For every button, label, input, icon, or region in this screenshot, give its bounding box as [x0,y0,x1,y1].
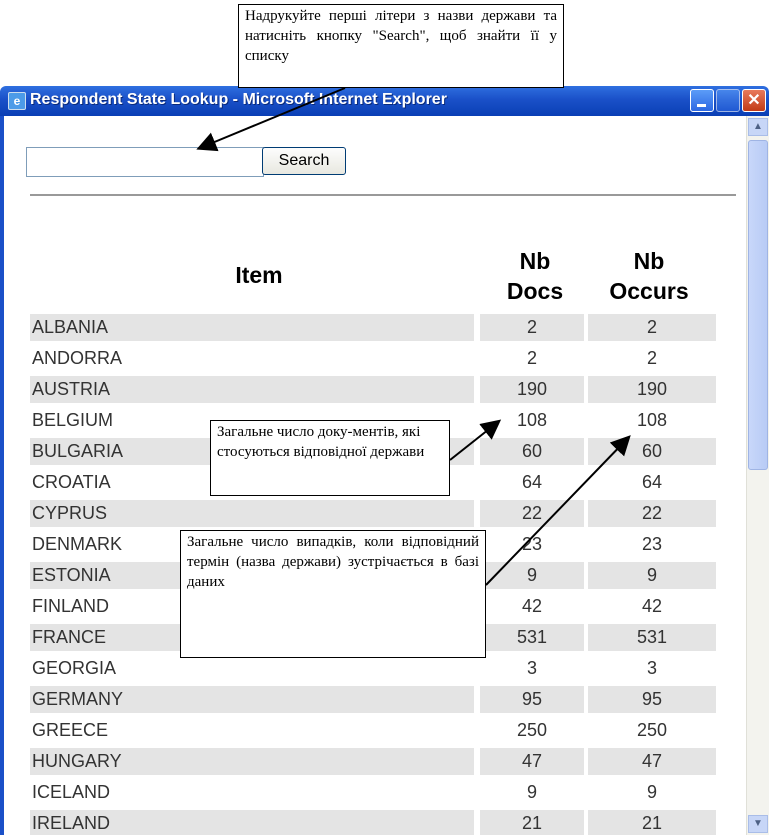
ie-page-icon: e [8,92,26,110]
table-row: CYPRUS 22 22 [30,498,730,529]
cell-nb-docs: 23 [521,534,543,554]
table-row: IRELAND 21 21 [30,808,730,835]
cell-nb-docs: 531 [480,624,584,651]
cell-nb-occurs: 108 [636,410,668,430]
scroll-down-icon[interactable]: ▼ [748,815,768,833]
cell-nb-occurs: 250 [636,720,668,740]
cell-item: HUNGARY [30,748,474,775]
cell-nb-docs: 21 [480,810,584,835]
cell-nb-occurs: 64 [641,472,663,492]
cell-item: ALBANIA [30,314,474,341]
cell-nb-docs: 47 [480,748,584,775]
minimize-button[interactable] [690,89,714,112]
vertical-scrollbar[interactable]: ▲ ▼ [746,116,769,835]
cell-nb-occurs: 9 [588,562,716,589]
cell-nb-docs: 3 [526,658,537,678]
cell-nb-docs: 64 [521,472,543,492]
cell-nb-docs: 2 [526,348,537,368]
cell-nb-occurs: 42 [641,596,663,616]
cell-nb-occurs: 2 [646,348,657,368]
cell-nb-docs: 9 [480,562,584,589]
scroll-thumb[interactable] [748,140,768,470]
column-header-nb-occurs: Nb Occurs [584,246,714,306]
table-row: ANDORRA 2 2 [30,343,730,374]
table-row: ALBANIA 2 2 [30,312,730,343]
table-row: ICELAND 9 9 [30,777,730,808]
cell-nb-docs: 22 [480,500,584,527]
window-title: Respondent State Lookup - Microsoft Inte… [30,91,447,108]
cell-nb-docs: 9 [526,782,537,802]
close-button[interactable]: ✕ [742,89,766,112]
cell-nb-occurs: 21 [588,810,716,835]
close-icon: ✕ [747,92,761,109]
search-instruction-note: Надрукуйте перші літери з назви держави … [238,4,564,88]
header-occurs-line1: Nb [633,248,665,274]
search-input[interactable] [26,147,264,177]
table-row: GREECE 250 250 [30,715,730,746]
header-docs-line1: Nb [519,248,551,274]
scroll-up-icon[interactable]: ▲ [748,118,768,136]
cell-nb-occurs: 190 [588,376,716,403]
cell-nb-occurs: 22 [588,500,716,527]
cell-nb-docs: 190 [480,376,584,403]
cell-nb-occurs: 47 [588,748,716,775]
cell-nb-occurs: 9 [646,782,657,802]
cell-item: ICELAND [32,782,111,802]
docs-explanation-note: Загальне число доку-ментів, які стосують… [210,420,450,496]
table-row: HUNGARY 47 47 [30,746,730,777]
column-header-nb-docs: Nb Docs [480,246,590,306]
cell-nb-docs: 42 [521,596,543,616]
cell-item: AUSTRIA [30,376,474,403]
cell-nb-occurs: 95 [588,686,716,713]
occurs-explanation-note: Загальне число випадків, коли відповідни… [180,530,486,658]
cell-nb-occurs: 60 [588,438,716,465]
table-row: AUSTRIA 190 190 [30,374,730,405]
cell-nb-docs: 108 [516,410,548,430]
cell-nb-docs: 2 [480,314,584,341]
header-occurs-line2: Occurs [609,278,689,304]
cell-item: GEORGIA [32,658,117,678]
title-bar[interactable]: e Respondent State Lookup - Microsoft In… [0,86,769,116]
header-docs-line2: Docs [506,278,564,304]
cell-item: CYPRUS [30,500,474,527]
cell-nb-docs: 95 [480,686,584,713]
column-header-item: Item [235,262,283,288]
divider [30,194,736,196]
cell-nb-occurs: 531 [588,624,716,651]
cell-item: IRELAND [30,810,474,835]
maximize-button[interactable] [716,89,740,112]
table-row: GERMANY 95 95 [30,684,730,715]
cell-nb-occurs: 2 [588,314,716,341]
cell-nb-docs: 250 [516,720,548,740]
cell-item: ANDORRA [32,348,123,368]
cell-nb-docs: 60 [480,438,584,465]
cell-nb-occurs: 23 [641,534,663,554]
search-button[interactable]: Search [262,147,346,175]
cell-item: GERMANY [30,686,474,713]
cell-item: GREECE [32,720,109,740]
cell-nb-occurs: 3 [646,658,657,678]
